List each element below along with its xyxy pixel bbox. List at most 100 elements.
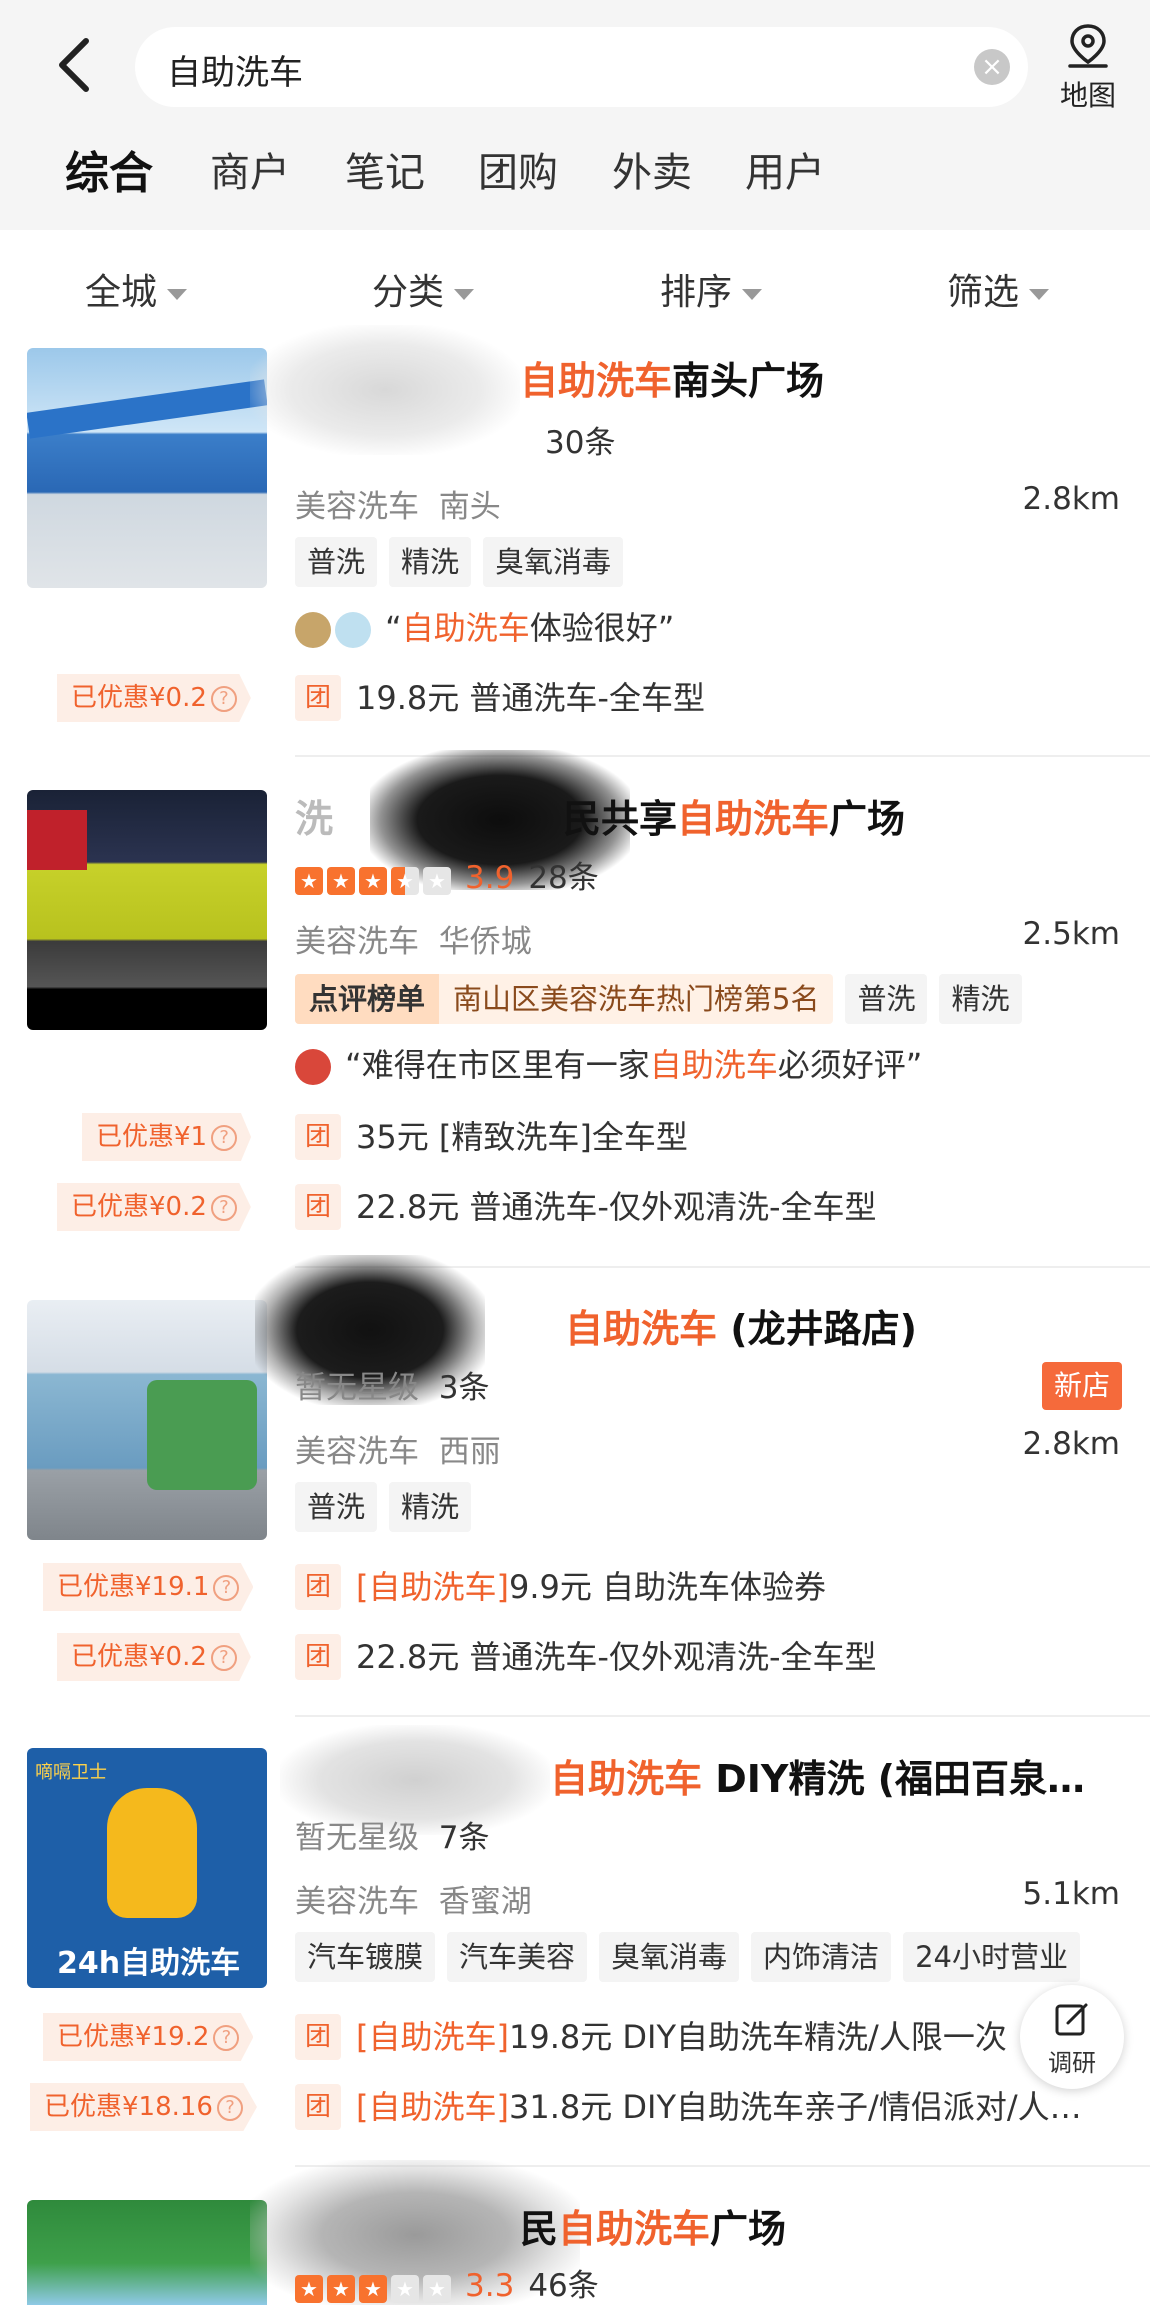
deal-text: 19.8元 普通洗车-全车型 [356, 679, 705, 717]
help-icon[interactable]: ? [216, 2094, 243, 2121]
group-buy-icon: 团 [295, 2084, 341, 2130]
thumb-text: 24h自助洗车 [57, 1946, 241, 1981]
thumb-sign [27, 810, 87, 870]
tab-users[interactable]: 用户 [745, 140, 825, 198]
deal-row[interactable]: 已优惠¥19.2? 团 [自助洗车]19.8元 DIY自助洗车精洗/人限一次 [0, 2007, 1150, 2067]
meta-row: 美容洗车 西丽 [295, 1434, 501, 1470]
back-arrow-icon[interactable] [50, 35, 100, 95]
avatar [295, 612, 331, 648]
listing-thumbnail [27, 2200, 267, 2305]
edit-icon [1055, 2003, 1088, 2036]
star-rating: ★ ★ ★ ★ ★ [295, 862, 455, 898]
tab-merchants[interactable]: 商户 [210, 140, 290, 198]
rating-row: ★ ★ ★ ★ ★ 3.9 28条 [295, 852, 599, 898]
discount-badge: 已优惠¥0.2? [57, 1633, 251, 1681]
tab-group-buy[interactable]: 团购 [478, 140, 558, 198]
distance: 2.8km [1022, 481, 1120, 517]
group-buy-icon: 团 [295, 1184, 341, 1230]
filter-sort[interactable]: 排序 [660, 263, 763, 315]
tag-chip: 汽车美容 [447, 1932, 588, 1982]
listing-card[interactable]: 嘀嗝卫士 24h自助洗车 自助洗车 DIY精洗 (福田百泉… 暂无星级 7条 美… [0, 1725, 1150, 2170]
filter-category[interactable]: 分类 [372, 263, 475, 315]
listing-card[interactable]: 民自助洗车广场 ★ ★ ★ ★ ★ 3.3 46条 [0, 2160, 1150, 2305]
tab-notes[interactable]: 笔记 [345, 140, 425, 198]
map-pin-icon [1068, 24, 1108, 68]
tag-chip: 精洗 [389, 1482, 472, 1532]
distance: 2.5km [1022, 916, 1120, 952]
deal-row[interactable]: 已优惠¥0.2? 团 22.8元 普通洗车-仅外观清洗-全车型 [0, 1627, 1150, 1687]
search-input[interactable]: 自助洗车 [167, 45, 303, 94]
deal-text: 35元 [精致洗车]全车型 [356, 1118, 688, 1156]
tag-chip: 汽车镀膜 [295, 1932, 436, 1982]
mascot [107, 1788, 197, 1918]
listing-title: 自助洗车 (龙井路店) [565, 1307, 917, 1351]
survey-label: 调研 [1048, 2049, 1096, 2077]
filter-city[interactable]: 全城 [85, 263, 188, 315]
discount-badge: 已优惠¥0.2? [57, 1183, 251, 1231]
meta-row: 美容洗车 华侨城 [295, 924, 532, 960]
rating-row: ★ ★ ★ ★ ★ 3.3 46条 [295, 2260, 599, 2305]
map-button[interactable]: 地图 [1055, 22, 1121, 112]
tab-all[interactable]: 综合 [65, 137, 159, 207]
review-count: 28条 [528, 860, 599, 896]
rating-row: 暂无星级 7条 [295, 1812, 489, 1857]
deal-row[interactable]: 已优惠¥18.16? 团 [自助洗车]31.8元 DIY自助洗车亲子/情侣派对/… [0, 2077, 1150, 2137]
listing-card[interactable]: 自助洗车 (龙井路店) 暂无星级 3条 新店 美容洗车 西丽 2.8km 普洗精… [0, 1255, 1150, 1720]
rating-score: 3.9 [465, 860, 515, 896]
help-icon[interactable]: ? [210, 1194, 237, 1221]
listing-card[interactable]: 洗民共享自助洗车广场 ★ ★ ★ ★ ★ 3.9 28条 美容洗车 华侨城 2.5km 点评… [0, 750, 1150, 1268]
tag-row: 普洗 精洗 [295, 1482, 483, 1532]
top-bar: 自助洗车 × 地图 综合 商户 笔记 团购 外卖 用户 [0, 0, 1150, 230]
filter-bar: 全城 分类 排序 筛选 [0, 230, 1150, 345]
clear-icon[interactable]: × [974, 49, 1010, 85]
chevron-down-icon [167, 288, 188, 300]
search-bar[interactable]: 自助洗车 × [135, 27, 1028, 107]
group-buy-icon: 团 [295, 1564, 341, 1610]
listing-title: 民自助洗车广场 [520, 2207, 787, 2251]
deal-row[interactable]: 已优惠¥1? 团 35元 [精致洗车]全车型 [0, 1107, 1150, 1167]
listing-card[interactable]: 自助洗车南头广场 30条 美容洗车 南头 2.8km 普洗 精洗 臭氧消毒 “自助洗… [0, 325, 1150, 765]
help-icon[interactable]: ? [213, 2024, 240, 2051]
deal-text: 22.8元 普通洗车-仅外观清洗-全车型 [356, 1188, 877, 1226]
help-icon[interactable]: ? [213, 1574, 240, 1601]
review-count: 7条 [438, 1820, 490, 1856]
chevron-down-icon [742, 288, 763, 300]
listing-thumbnail [27, 348, 267, 588]
survey-button[interactable]: 调研 [1020, 1985, 1124, 2089]
no-rating: 暂无星级 [295, 1820, 419, 1856]
thumb-mural [147, 1380, 257, 1490]
rating-row: 暂无星级 3条 [295, 1362, 489, 1407]
discount-badge: 已优惠¥18.16? [30, 2083, 257, 2131]
discount-badge: 已优惠¥1? [82, 1113, 252, 1161]
tag-row: 汽车镀膜 汽车美容 臭氧消毒 内饰清洁 24小时营业 [295, 1932, 1092, 1982]
listing-thumbnail [27, 790, 267, 1030]
new-store-badge: 新店 [1041, 1362, 1122, 1410]
help-icon[interactable]: ? [210, 685, 237, 712]
group-buy-icon: 团 [295, 1634, 341, 1680]
review-count: 3条 [438, 1370, 490, 1406]
redaction-blur [250, 325, 520, 455]
group-buy-icon: 团 [295, 1114, 341, 1160]
ranking-badge[interactable]: 点评榜单 南山区美容洗车热门榜第5名 [295, 974, 834, 1024]
deal-text: [自助洗车]9.9元 自助洗车体验券 [356, 1568, 827, 1606]
deal-row[interactable]: 已优惠¥19.1? 团 [自助洗车]9.9元 自助洗车体验券 [0, 1557, 1150, 1617]
discount-badge: 已优惠¥19.1? [43, 1563, 254, 1611]
discount-badge: 已优惠¥0.2? [57, 674, 251, 722]
listing-thumbnail [27, 1300, 267, 1540]
filter-more[interactable]: 筛选 [947, 263, 1050, 315]
help-icon[interactable]: ? [210, 1644, 237, 1671]
rating-row: 30条 [545, 417, 615, 462]
tag-chip: 24小时营业 [903, 1932, 1080, 1982]
group-buy-icon: 团 [295, 2014, 341, 2060]
deal-row[interactable]: 已优惠¥0.2? 团 19.8元 普通洗车-全车型 [0, 668, 1150, 728]
help-icon[interactable]: ? [211, 1124, 238, 1151]
deal-text: 22.8元 普通洗车-仅外观清洗-全车型 [356, 1638, 877, 1676]
tag-chip: 内饰清洁 [751, 1932, 892, 1982]
distance: 2.8km [1022, 1426, 1120, 1462]
tab-delivery[interactable]: 外卖 [612, 140, 692, 198]
divider [295, 1715, 1150, 1717]
tag-chip: 精洗 [389, 537, 472, 587]
rating-score: 3.3 [465, 2268, 515, 2304]
group-buy-icon: 团 [295, 675, 341, 721]
deal-row[interactable]: 已优惠¥0.2? 团 22.8元 普通洗车-仅外观清洗-全车型 [0, 1177, 1150, 1237]
